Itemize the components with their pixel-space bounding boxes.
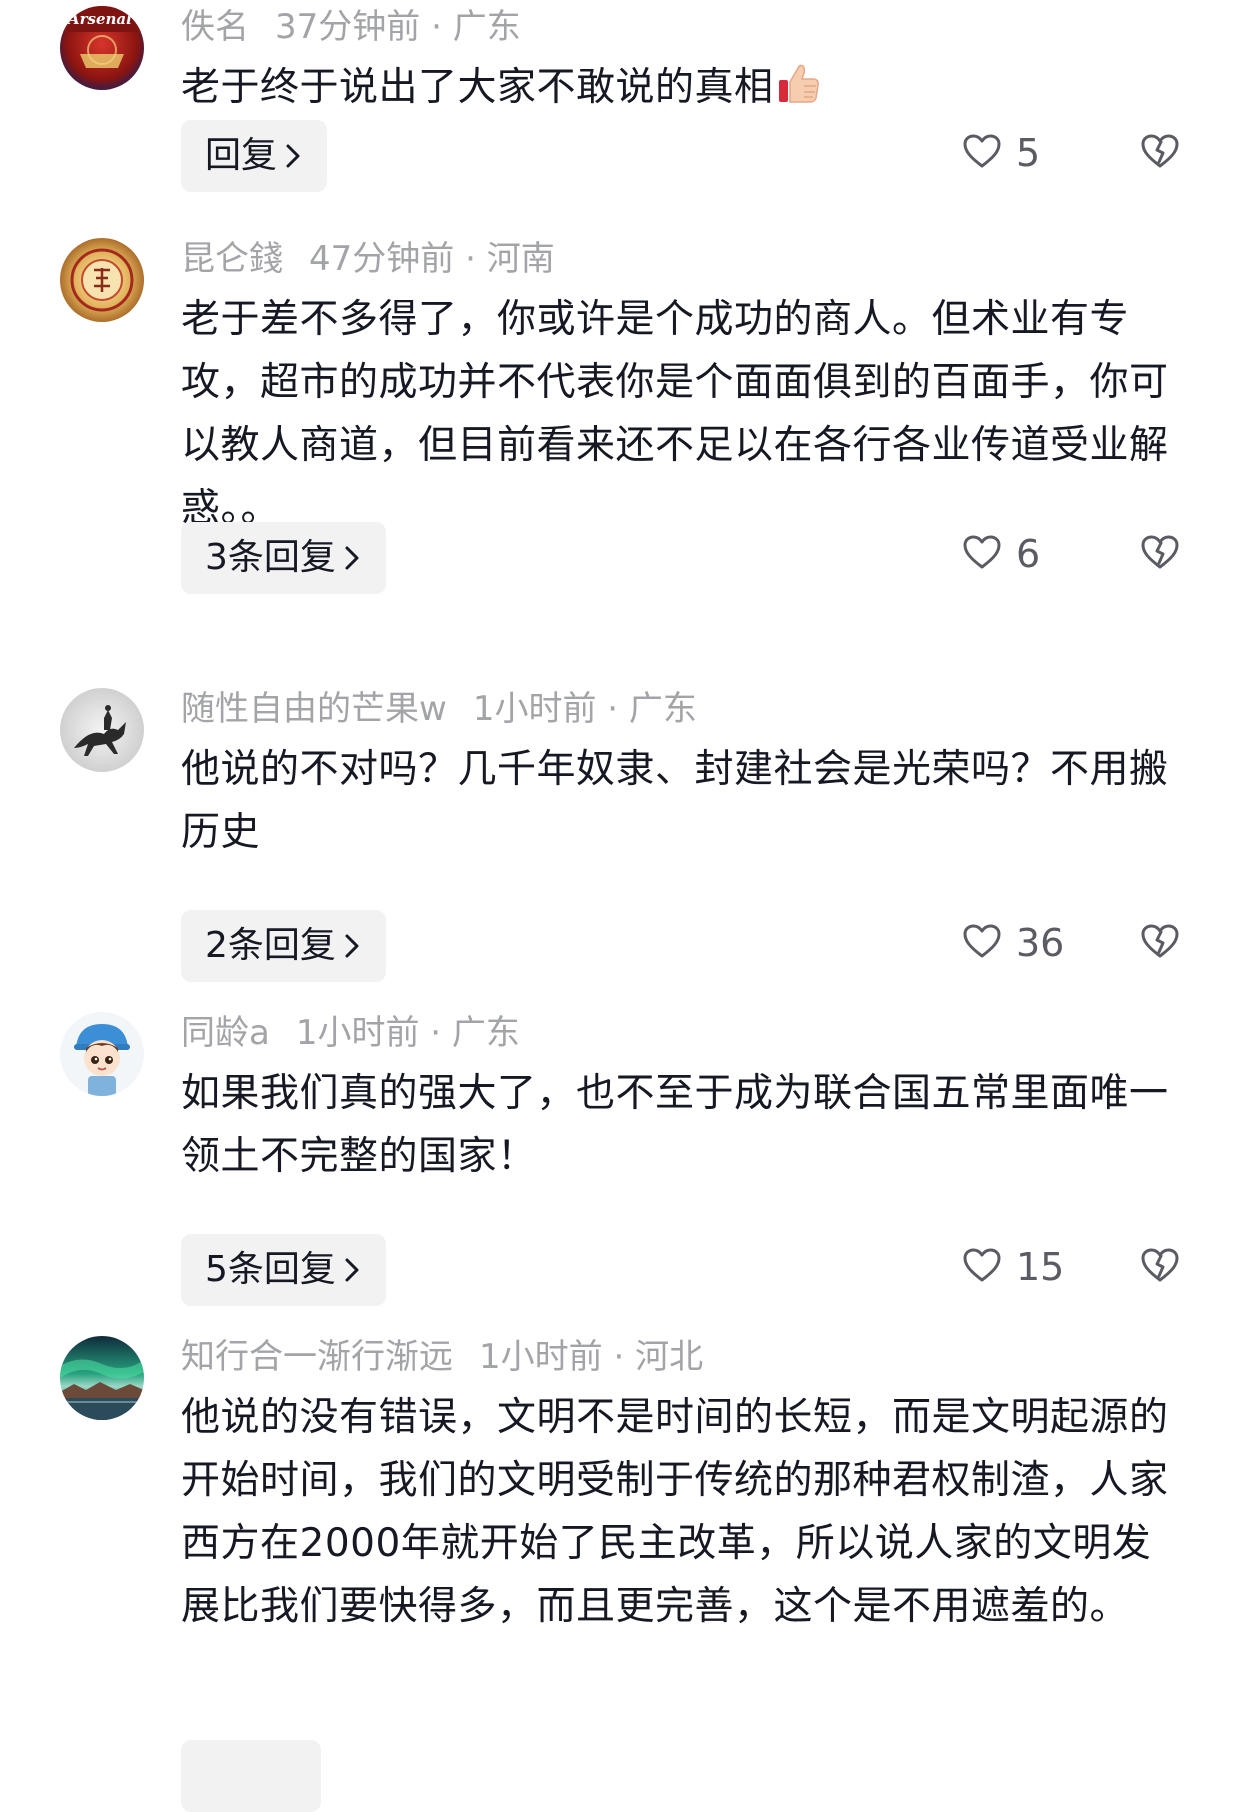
like-count: 5 — [1016, 131, 1041, 175]
chevron-right-icon — [344, 1236, 360, 1308]
reply-button[interactable]: 回复 — [181, 120, 328, 194]
separator: · — [613, 1337, 625, 1377]
like-button[interactable]: 5 — [962, 117, 1040, 189]
avatar-text: Arsenal — [68, 10, 132, 28]
comment-meta: 知行合一渐行渐远 1小时前 · 河北 — [181, 1330, 703, 1384]
broken-heart-icon — [1140, 133, 1180, 173]
reply-button[interactable]: 3条回复 — [181, 522, 386, 594]
comment-time: 47分钟前 — [309, 239, 455, 279]
comment-text[interactable]: 他说的不对吗？几千年奴隶、封建社会是光荣吗？不用搬历史 — [181, 738, 1186, 864]
reply-button[interactable]: 2条回复 — [181, 910, 386, 982]
reply-button-label: 2条回复 — [205, 925, 336, 966]
chevron-right-icon — [344, 524, 360, 596]
avatar[interactable] — [60, 238, 144, 322]
comment-time: 1小时前 — [472, 689, 597, 729]
chevron-right-icon — [344, 912, 360, 984]
separator: · — [431, 7, 442, 47]
aurora-landscape-avatar — [60, 1336, 144, 1420]
broken-heart-icon — [1140, 923, 1180, 963]
avatar[interactable] — [60, 688, 144, 772]
separator: · — [430, 1013, 442, 1053]
comment-location: 河北 — [635, 1337, 704, 1377]
comment-body: 老于终于说出了大家不敢说的真相 — [181, 65, 774, 110]
username[interactable]: 昆仑錢 — [181, 239, 283, 279]
avatar[interactable]: Arsenal — [60, 6, 144, 90]
like-count: 15 — [1016, 1245, 1065, 1289]
broken-heart-icon — [1140, 534, 1180, 574]
heart-outline-icon — [962, 923, 1002, 963]
username[interactable]: 随性自由的芒果w — [181, 689, 447, 729]
reply-button[interactable] — [181, 1740, 321, 1812]
reply-button-label: 回复 — [205, 135, 278, 176]
dislike-button[interactable] — [1140, 1231, 1180, 1303]
separator: · — [465, 239, 476, 279]
dislike-button[interactable] — [1140, 117, 1180, 189]
comment-list: Arsenal 佚名 37分钟前 · 广东 老于终于说出了大家不敢说的真相 回复 … — [0, 0, 1242, 1812]
avatar[interactable] — [60, 1336, 144, 1420]
comment-time: 37分钟前 — [275, 7, 421, 47]
username[interactable]: 佚名 — [181, 7, 249, 47]
comment-location: 河南 — [486, 239, 555, 279]
comment-location: 广东 — [452, 7, 521, 47]
heart-outline-icon — [962, 534, 1002, 574]
comment-location: 广东 — [451, 1013, 520, 1053]
comment-meta: 佚名 37分钟前 · 广东 — [181, 0, 521, 54]
cartoon-boy-avatar — [60, 1012, 144, 1096]
reply-button-label: 3条回复 — [205, 537, 336, 578]
dislike-button[interactable] — [1140, 907, 1180, 979]
avatar[interactable] — [60, 1012, 144, 1096]
comment-text[interactable]: 如果我们真的强大了，也不至于成为联合国五常里面唯一领土不完整的国家！ — [181, 1062, 1186, 1188]
gold-seal-avatar — [60, 238, 144, 322]
chevron-right-icon — [285, 122, 301, 194]
thumbs-up-icon — [776, 60, 822, 125]
username[interactable]: 知行合一渐行渐远 — [181, 1337, 453, 1377]
broken-heart-icon — [1140, 1247, 1180, 1287]
comment-time: 1小时前 — [295, 1013, 420, 1053]
like-button[interactable]: 6 — [962, 518, 1040, 590]
comment-meta: 昆仑錢 47分钟前 · 河南 — [181, 232, 555, 286]
like-count: 36 — [1016, 921, 1065, 965]
reply-button-label: 5条回复 — [205, 1249, 336, 1290]
comment-meta: 同龄a 1小时前 · 广东 — [181, 1006, 520, 1060]
reply-button[interactable]: 5条回复 — [181, 1234, 386, 1306]
separator: · — [607, 689, 619, 729]
like-button[interactable]: 36 — [962, 907, 1064, 979]
comment-text[interactable]: 他说的没有错误，文明不是时间的长短，而是文明起源的开始时间，我们的文明受制于传统… — [181, 1386, 1186, 1638]
horse-rider-avatar — [60, 688, 144, 772]
username[interactable]: 同龄a — [181, 1013, 270, 1053]
like-button[interactable]: 15 — [962, 1231, 1064, 1303]
like-count: 6 — [1016, 532, 1041, 576]
comment-time: 1小时前 — [479, 1337, 603, 1377]
heart-outline-icon — [962, 1247, 1002, 1287]
heart-outline-icon — [962, 133, 1002, 173]
dislike-button[interactable] — [1140, 518, 1180, 590]
comment-text[interactable]: 老于差不多得了，你或许是个成功的商人。但术业有专攻，超市的成功并不代表你是个面面… — [181, 288, 1186, 540]
comment-meta: 随性自由的芒果w 1小时前 · 广东 — [181, 682, 697, 736]
comment-location: 广东 — [628, 689, 697, 729]
comment-text[interactable]: 老于终于说出了大家不敢说的真相 — [181, 56, 1186, 125]
